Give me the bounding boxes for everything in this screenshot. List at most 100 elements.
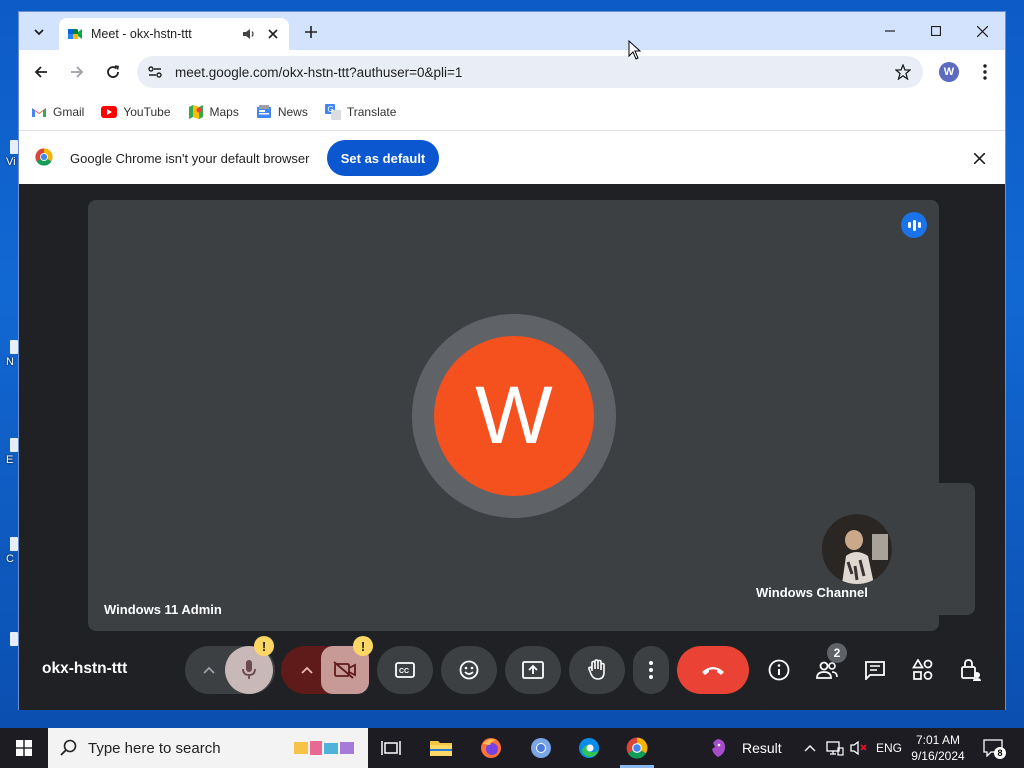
bookmark-label: Translate <box>346 105 397 119</box>
leave-call-button[interactable] <box>677 646 749 694</box>
new-tab-button[interactable] <box>299 20 323 44</box>
meet-call-area: W Windows 11 Admin Windows Channel okx-h… <box>19 184 1005 710</box>
search-icon <box>60 739 77 756</box>
self-view-tile[interactable]: Windows Channel <box>740 483 975 615</box>
taskbar-firefox[interactable] <box>468 728 514 768</box>
participant-photo <box>822 514 892 584</box>
speaker-icon <box>243 29 254 39</box>
reactions-button[interactable] <box>441 646 497 694</box>
browser-menu-button[interactable] <box>977 62 993 82</box>
result-widget-icon[interactable] <box>700 728 736 768</box>
bookmark-gmail[interactable]: Gmail <box>31 104 84 120</box>
input-language-indicator[interactable]: ENG <box>876 741 902 755</box>
taskbar-file-explorer[interactable] <box>418 728 464 768</box>
minimize-button[interactable] <box>867 18 913 44</box>
plus-icon <box>305 26 317 38</box>
tab-search-button[interactable] <box>27 20 51 44</box>
audio-options-button[interactable] <box>195 646 223 694</box>
captions-button[interactable]: CC <box>377 646 433 694</box>
close-icon <box>973 152 985 164</box>
shapes-icon <box>912 659 933 680</box>
chevron-up-icon <box>301 666 313 674</box>
camera-off-icon <box>333 661 356 679</box>
close-icon <box>976 25 988 37</box>
result-widget-label[interactable]: Result <box>742 740 782 756</box>
bookmark-news[interactable]: News <box>256 104 308 120</box>
tab-meet[interactable]: Meet - okx-hstn-ttt <box>59 18 289 50</box>
host-controls-button[interactable] <box>955 646 987 694</box>
camera-button[interactable]: ! <box>321 636 373 694</box>
mic-warning-badge: ! <box>254 636 274 656</box>
desktop-icon-image <box>10 438 18 452</box>
tab-audio-button[interactable] <box>241 26 257 42</box>
maximize-button[interactable] <box>913 18 959 44</box>
firefox-icon <box>481 738 501 758</box>
taskbar-chromium[interactable] <box>518 728 564 768</box>
notifications-button[interactable]: 8 <box>982 738 1006 759</box>
camera-warning-badge: ! <box>353 636 373 656</box>
activities-button[interactable] <box>907 646 939 694</box>
windows-logo-icon <box>16 740 32 756</box>
reload-button[interactable] <box>101 60 125 84</box>
bookmark-translate[interactable]: G Translate <box>324 104 397 120</box>
task-view-button[interactable] <box>368 728 414 768</box>
raise-hand-button[interactable] <box>569 646 625 694</box>
info-icon <box>768 659 790 681</box>
window-close-button[interactable] <box>959 18 1005 44</box>
arrow-right-icon <box>71 66 84 78</box>
volume-button[interactable] <box>848 728 870 768</box>
speaking-indicator-icon <box>901 212 927 238</box>
more-vert-icon <box>649 661 653 679</box>
back-button[interactable] <box>29 60 53 84</box>
taskbar-clock[interactable]: 7:01 AM 9/16/2024 <box>906 732 970 764</box>
meeting-code: okx-hstn-ttt <box>42 660 128 677</box>
present-screen-button[interactable] <box>505 646 561 694</box>
default-browser-infobar: Google Chrome isn't your default browser… <box>19 130 1005 184</box>
microphone-button[interactable]: ! <box>225 636 274 694</box>
participant-avatar: W <box>434 336 594 496</box>
taskbar-chrome[interactable] <box>614 728 660 768</box>
chat-button[interactable] <box>859 646 891 694</box>
site-settings-icon[interactable] <box>147 64 163 80</box>
desktop-icon-image <box>10 140 18 154</box>
browser-toolbar: meet.google.com/okx-hstn-ttt?authuser=0&… <box>19 50 1005 94</box>
tab-close-button[interactable] <box>265 26 281 42</box>
infobar-close-button[interactable] <box>971 150 987 166</box>
search-placeholder: Type here to search <box>88 739 221 757</box>
bookmark-maps[interactable]: Maps <box>188 104 239 120</box>
microphone-icon <box>242 660 256 679</box>
svg-text:G: G <box>327 105 333 114</box>
desktop-icon[interactable]: C <box>0 537 18 565</box>
tab-strip: Meet - okx-hstn-ttt <box>19 12 1005 50</box>
profile-avatar[interactable]: W <box>939 62 959 82</box>
set-as-default-button[interactable]: Set as default <box>327 140 439 176</box>
clock-date: 9/16/2024 <box>911 749 965 763</box>
folder-icon <box>430 741 452 756</box>
call-controls-bar: okx-hstn-ttt ! ! CC 2 <box>19 631 1005 710</box>
network-status-button[interactable] <box>824 728 846 768</box>
bookmark-label: Maps <box>209 105 239 119</box>
chevron-down-icon <box>34 29 44 36</box>
people-count-badge: 2 <box>827 643 847 663</box>
address-bar[interactable]: meet.google.com/okx-hstn-ttt?authuser=0&… <box>137 56 923 88</box>
meeting-details-button[interactable] <box>763 646 795 694</box>
edge-icon <box>579 738 599 758</box>
desktop-icon[interactable]: E <box>0 438 18 466</box>
premier-league-icon <box>712 739 725 757</box>
search-highlight-icon <box>294 741 354 755</box>
start-button[interactable] <box>0 728 48 768</box>
desktop-icon[interactable] <box>0 632 18 658</box>
network-icon <box>826 741 844 756</box>
forward-button[interactable] <box>65 60 89 84</box>
desktop-icon[interactable]: Vi <box>0 140 18 168</box>
show-hidden-icons-button[interactable] <box>800 728 820 768</box>
bookmark-youtube[interactable]: YouTube <box>101 104 171 120</box>
bookmark-star-icon[interactable] <box>895 64 911 80</box>
tab-title: Meet - okx-hstn-ttt <box>91 27 192 41</box>
taskbar-search-box[interactable]: Type here to search <box>48 728 368 768</box>
taskbar-edge[interactable] <box>566 728 612 768</box>
more-options-button[interactable] <box>633 646 669 694</box>
clock-time: 7:01 AM <box>915 733 961 747</box>
desktop-icon-label: Vi <box>6 156 16 168</box>
desktop-icon[interactable]: N <box>0 340 18 368</box>
